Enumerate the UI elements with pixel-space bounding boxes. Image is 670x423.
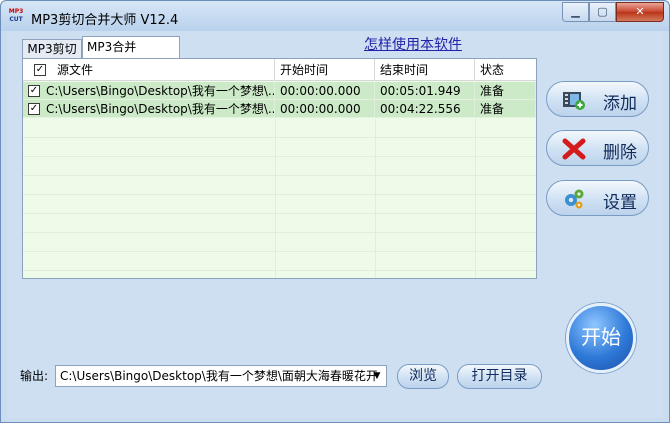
output-path-value: C:\Users\Bingo\Desktop\我有一个梦想\面朝大海春暖花开: [60, 369, 378, 383]
add-button[interactable]: 添加: [546, 81, 649, 117]
browse-button[interactable]: 浏览: [397, 364, 449, 389]
help-link[interactable]: 怎样使用本软件: [364, 34, 462, 54]
title-bar[interactable]: MP3 CUT MP3剪切合并大师 V12.4 ▁ ▢ ✕: [1, 1, 669, 31]
maximize-button[interactable]: ▢: [589, 2, 616, 22]
file-list-panel: ✓ 源文件 开始时间 结束时间 状态 ✓ C:\Users\Bingo\Desk…: [22, 58, 537, 279]
chevron-down-icon[interactable]: ▼: [370, 366, 384, 386]
gears-icon: [565, 189, 584, 209]
app-window: MP3 CUT MP3剪切合并大师 V12.4 ▁ ▢ ✕ MP3剪切 MP3合…: [0, 0, 670, 423]
cell-start-time: 00:00:00.000: [275, 100, 375, 118]
select-all-checkbox[interactable]: ✓: [34, 64, 46, 76]
close-button[interactable]: ✕: [616, 2, 664, 22]
output-path-select[interactable]: C:\Users\Bingo\Desktop\我有一个梦想\面朝大海春暖花开 ▼: [55, 365, 387, 387]
output-label: 输出:: [20, 369, 49, 383]
settings-button[interactable]: 设置: [546, 180, 649, 216]
tab-mp3-merge[interactable]: MP3合并: [82, 36, 180, 59]
table-row[interactable]: ✓ C:\Users\Bingo\Desktop\我有一个梦想\... 00:0…: [23, 82, 536, 100]
column-header-source[interactable]: ✓ 源文件: [23, 59, 275, 81]
cell-end-time: 00:04:22.556: [375, 100, 475, 118]
cell-source: C:\Users\Bingo\Desktop\我有一个梦想\...: [23, 82, 275, 100]
empty-grid-rows: [23, 119, 536, 278]
app-icon-text-top: MP3: [8, 8, 24, 15]
cell-end-time: 00:05:01.949: [375, 82, 475, 100]
window-title: MP3剪切合并大师 V12.4: [31, 13, 179, 28]
app-icon: MP3 CUT: [7, 8, 25, 25]
cell-source: C:\Users\Bingo\Desktop\我有一个梦想\...: [23, 100, 275, 118]
open-directory-button[interactable]: 打开目录: [457, 364, 542, 389]
cell-start-time: 00:00:00.000: [275, 82, 375, 100]
delete-button-label: 删除: [603, 143, 637, 163]
add-button-label: 添加: [603, 94, 637, 114]
file-table: ✓ 源文件 开始时间 结束时间 状态 ✓ C:\Users\Bingo\Desk…: [23, 59, 536, 278]
delete-x-icon: [562, 138, 586, 160]
cell-status: 准备: [475, 100, 536, 118]
app-icon-text-bottom: CUT: [9, 16, 23, 23]
column-divider: [475, 119, 476, 278]
column-header-start[interactable]: 开始时间: [275, 59, 375, 81]
column-header-status[interactable]: 状态: [475, 59, 536, 81]
minimize-button[interactable]: ▁: [562, 2, 589, 22]
film-add-icon: [563, 92, 585, 110]
column-label-source: 源文件: [57, 63, 94, 77]
column-header-end[interactable]: 结束时间: [375, 59, 475, 81]
client-area: MP3剪切 MP3合并 怎样使用本软件 ✓ 源文件 开始时间 结束时间 状态 ✓…: [7, 31, 663, 418]
settings-button-label: 设置: [603, 193, 637, 213]
tab-mp3-cut[interactable]: MP3剪切: [22, 39, 82, 58]
delete-button[interactable]: 删除: [546, 130, 649, 166]
start-button[interactable]: 开始: [566, 303, 636, 373]
column-divider: [375, 119, 376, 278]
cell-status: 准备: [475, 82, 536, 100]
table-row[interactable]: ✓ C:\Users\Bingo\Desktop\我有一个梦想\... 00:0…: [23, 100, 536, 118]
column-divider: [275, 119, 276, 278]
table-header: ✓ 源文件 开始时间 结束时间 状态: [23, 59, 536, 81]
